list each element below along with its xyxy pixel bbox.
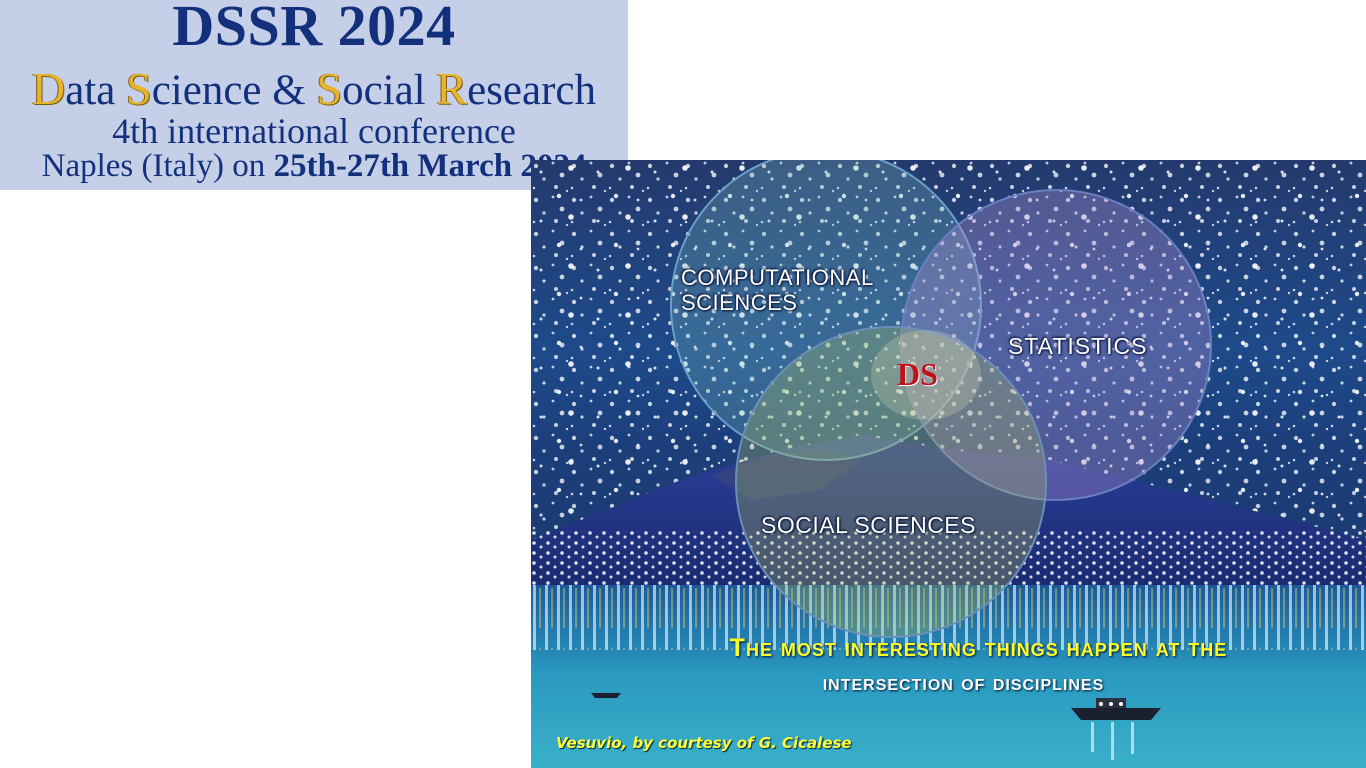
label-social-sciences: SOCIAL SCIENCES xyxy=(761,512,976,538)
label-data-science-center: DS xyxy=(897,356,938,392)
motto-line-1: The most interesting things happen at th… xyxy=(729,634,1228,662)
conference-name: Data Science & Social Research xyxy=(0,66,628,114)
motto-line-2: intersection of disciplines xyxy=(822,669,1105,695)
initial-s2: S xyxy=(316,63,343,114)
initial-s1: S xyxy=(126,63,152,114)
label-statistics: STATISTICS xyxy=(1008,333,1148,359)
initial-r: R xyxy=(436,63,468,114)
vesuvio-painting: COMPUTATIONAL SCIENCES STATISTICS SOCIAL… xyxy=(531,160,1366,768)
page: DSSR 2024 Data Science & Social Research… xyxy=(0,0,1366,768)
painting-credit: Vesuvio, by courtesy of G. Cicalese xyxy=(556,734,852,752)
word-social: ocial xyxy=(342,67,437,114)
location-text: Naples (Italy) on xyxy=(41,148,274,184)
initial-d: D xyxy=(32,63,66,114)
label-computational-line2: SCIENCES xyxy=(681,290,798,316)
label-computational-line1: COMPUTATIONAL xyxy=(681,265,874,290)
word-research: esearch xyxy=(467,67,596,114)
conference-title: DSSR 2024 xyxy=(172,0,456,58)
word-science: cience & xyxy=(151,67,317,114)
word-data: ata xyxy=(65,67,127,114)
conference-edition: 4th international conference xyxy=(112,111,516,151)
boat xyxy=(1071,708,1161,720)
label-computational-sciences: COMPUTATIONAL SCIENCES xyxy=(681,265,874,316)
